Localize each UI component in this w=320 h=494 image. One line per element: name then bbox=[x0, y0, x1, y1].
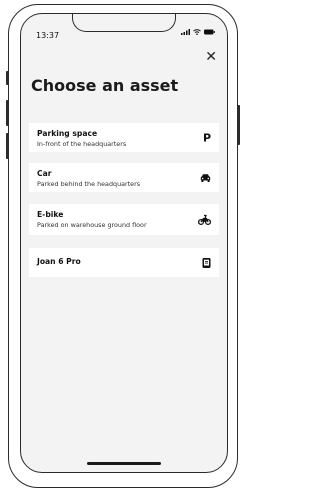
status-time: 13:37 bbox=[36, 31, 60, 40]
asset-item-car[interactable]: Car Parked behind the headquarters bbox=[29, 163, 219, 192]
asset-title: Parking space bbox=[37, 129, 98, 138]
asset-item-parking-space[interactable]: Parking space In-front of the headquarte… bbox=[29, 123, 219, 152]
bike-icon bbox=[198, 214, 211, 225]
tablet-icon bbox=[202, 257, 211, 268]
asset-item-joan-6-pro[interactable]: Joan 6 Pro bbox=[29, 248, 219, 277]
asset-item-e-bike[interactable]: E-bike Parked on warehouse ground floor bbox=[29, 204, 219, 235]
asset-subtitle: In-front of the headquarters bbox=[37, 140, 127, 148]
asset-title: Joan 6 Pro bbox=[37, 257, 81, 266]
volume-up-button bbox=[6, 100, 9, 126]
status-icons bbox=[181, 29, 215, 35]
side-button bbox=[6, 71, 9, 85]
wifi-icon bbox=[193, 29, 201, 35]
signal-icon bbox=[181, 29, 190, 35]
power-button bbox=[237, 105, 240, 145]
close-icon[interactable]: ✕ bbox=[205, 50, 217, 64]
car-icon bbox=[200, 173, 211, 182]
phone-screen: 13:37 ✕ Choose an asset Parking space In… bbox=[20, 13, 228, 473]
asset-subtitle: Parked behind the headquarters bbox=[37, 180, 141, 188]
asset-title: Car bbox=[37, 169, 52, 178]
parking-icon-letter: P bbox=[202, 131, 211, 144]
battery-icon bbox=[204, 29, 215, 35]
home-indicator[interactable] bbox=[87, 462, 161, 465]
page-title: Choose an asset bbox=[31, 76, 179, 95]
asset-subtitle: Parked on warehouse ground floor bbox=[37, 221, 147, 229]
parking-icon: P bbox=[203, 131, 211, 144]
notch bbox=[72, 14, 176, 32]
volume-down-button bbox=[6, 133, 9, 159]
asset-title: E-bike bbox=[37, 210, 64, 219]
